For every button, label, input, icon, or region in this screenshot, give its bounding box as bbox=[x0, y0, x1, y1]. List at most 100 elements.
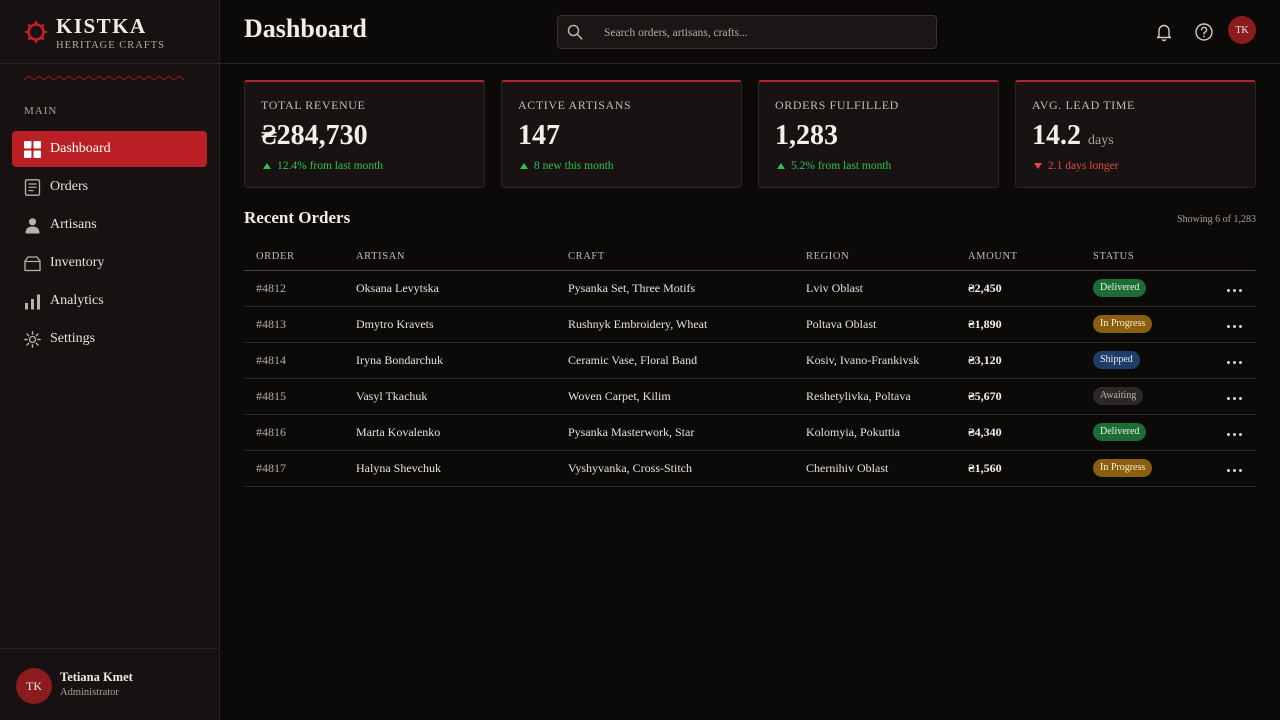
kpi-card-revenue: TOTAL REVENUE ₴284,730 12.4% from last m… bbox=[244, 80, 485, 188]
sidebar: KISTKA HERITAGE CRAFTS MAIN Dashboard Or… bbox=[0, 0, 220, 720]
more-options-icon[interactable] bbox=[1225, 321, 1244, 332]
artisan-cell: Vasyl Tkachuk bbox=[344, 378, 556, 415]
brand-name: KISTKA bbox=[56, 14, 147, 38]
order-id-cell[interactable]: #4816 bbox=[244, 414, 344, 451]
sidebar-item-analytics[interactable]: Analytics bbox=[12, 283, 207, 319]
sidebar-item-dashboard[interactable]: Dashboard bbox=[12, 131, 207, 167]
kpi-value: 14.2 days bbox=[1032, 120, 1114, 152]
status-badge: In Progress bbox=[1093, 315, 1153, 333]
sidebar-item-inventory[interactable]: Inventory bbox=[12, 245, 207, 281]
search-input[interactable] bbox=[604, 23, 924, 43]
brand[interactable]: KISTKA HERITAGE CRAFTS bbox=[24, 16, 165, 51]
recent-orders-title: Recent Orders bbox=[244, 208, 351, 227]
user-role: Administrator bbox=[60, 687, 119, 698]
sidebar-item-settings[interactable]: Settings bbox=[12, 321, 207, 357]
table-row[interactable]: #4813 Dmytro Kravets Rushnyk Embroidery, W… bbox=[244, 306, 1256, 343]
status-cell: Awaiting bbox=[1081, 378, 1201, 415]
amount-cell: ₴3,120 bbox=[956, 342, 1081, 379]
page-title: Dashboard bbox=[244, 14, 367, 43]
column-header[interactable]: REGION bbox=[794, 244, 956, 271]
artisan-cell: Dmytro Kravets bbox=[344, 306, 556, 343]
region-cell: Reshetylivka, Poltava bbox=[794, 378, 956, 415]
amount-cell: ₴1,560 bbox=[956, 450, 1081, 487]
search-bar bbox=[557, 15, 937, 49]
table-row[interactable]: #4812 Oksana Levytska Pysanka Set, Three M… bbox=[244, 270, 1256, 307]
kpi-value-number: 1,283 bbox=[775, 120, 838, 151]
kpi-value-number: 147 bbox=[518, 120, 560, 151]
more-options-icon[interactable] bbox=[1225, 393, 1244, 404]
column-header[interactable]: ARTISAN bbox=[344, 244, 556, 271]
box-icon bbox=[24, 255, 41, 272]
trend-up-icon bbox=[520, 163, 528, 169]
amount-cell: ₴1,890 bbox=[956, 306, 1081, 343]
status-cell: Delivered bbox=[1081, 270, 1201, 307]
sidebar-item-label: Dashboard bbox=[50, 141, 111, 156]
bell-icon[interactable] bbox=[1154, 22, 1174, 42]
more-options-icon[interactable] bbox=[1225, 285, 1244, 296]
table-row[interactable]: #4817 Halyna Shevchuk Vyshyvanka, Cross-St… bbox=[244, 450, 1256, 487]
column-header[interactable]: CRAFT bbox=[556, 244, 794, 271]
brand-logo-icon bbox=[25, 21, 47, 43]
region-cell: Kosiv, Ivano-Frankivsk bbox=[794, 342, 956, 379]
order-id-cell[interactable]: #4814 bbox=[244, 342, 344, 379]
status-cell: Shipped bbox=[1081, 342, 1201, 379]
status-badge: Delivered bbox=[1093, 279, 1147, 297]
help-icon[interactable] bbox=[1194, 22, 1214, 42]
kpi-label: AVG. LEAD TIME bbox=[1032, 98, 1135, 112]
more-options-icon[interactable] bbox=[1225, 429, 1244, 440]
avatar: TK bbox=[16, 668, 52, 704]
user-profile[interactable]: TK Tetiana Kmet Administrator bbox=[0, 648, 219, 720]
order-id-cell[interactable]: #4812 bbox=[244, 270, 344, 307]
sidebar-item-artisans[interactable]: Artisans bbox=[12, 207, 207, 243]
order-id-cell[interactable]: #4815 bbox=[244, 378, 344, 415]
kpi-trend: 5.2% from last month bbox=[777, 160, 891, 172]
region-cell: Poltava Oblast bbox=[794, 306, 956, 343]
column-header[interactable]: AMOUNT bbox=[956, 244, 1081, 271]
craft-cell: Pysanka Set, Three Motifs bbox=[556, 270, 794, 307]
more-options-icon[interactable] bbox=[1225, 357, 1244, 368]
nav-section-label: MAIN bbox=[24, 105, 58, 117]
region-cell: Kolomyia, Pokuttia bbox=[794, 414, 956, 451]
craft-cell: Rushnyk Embroidery, Wheat bbox=[556, 306, 794, 343]
sidebar-item-orders[interactable]: Orders bbox=[12, 169, 207, 205]
status-badge: Awaiting bbox=[1093, 387, 1144, 405]
orders-table: ORDER ARTISAN CRAFT REGION AMOUNT STATUS… bbox=[244, 244, 1256, 487]
kpi-trend-text: 12.4% from last month bbox=[277, 160, 384, 172]
gear-icon bbox=[24, 330, 41, 348]
kpi-value: 1,283 bbox=[775, 120, 838, 152]
column-header[interactable]: ORDER bbox=[244, 244, 344, 271]
actions-cell bbox=[1201, 342, 1256, 379]
column-header[interactable]: STATUS bbox=[1081, 244, 1201, 271]
dashboard-grid-icon bbox=[24, 140, 41, 158]
kpi-unit: days bbox=[1088, 133, 1114, 148]
artisan-cell: Halyna Shevchuk bbox=[344, 450, 556, 487]
user-name: Tetiana Kmet bbox=[60, 670, 133, 684]
more-options-icon[interactable] bbox=[1225, 465, 1244, 476]
amount-cell: ₴2,450 bbox=[956, 270, 1081, 307]
person-icon bbox=[24, 217, 41, 234]
kpi-label: ACTIVE ARTISANS bbox=[518, 98, 632, 112]
sidebar-item-label: Orders bbox=[50, 179, 89, 194]
trend-up-icon bbox=[777, 163, 785, 169]
brand-divider bbox=[0, 63, 219, 64]
region-cell: Chernihiv Oblast bbox=[794, 450, 956, 487]
kpi-trend-text: 2.1 days longer bbox=[1048, 160, 1119, 172]
status-badge: Shipped bbox=[1093, 351, 1140, 369]
order-id-cell[interactable]: #4817 bbox=[244, 450, 344, 487]
amount-cell: ₴5,670 bbox=[956, 378, 1081, 415]
kpi-value: ₴284,730 bbox=[261, 120, 368, 152]
order-id-cell[interactable]: #4813 bbox=[244, 306, 344, 343]
kpi-value-number: ₴284,730 bbox=[261, 120, 368, 151]
header-avatar[interactable]: TK bbox=[1228, 16, 1256, 44]
craft-cell: Pysanka Masterwork, Star bbox=[556, 414, 794, 451]
table-row[interactable]: #4814 Iryna Bondarchuk Ceramic Vase, Flora… bbox=[244, 342, 1256, 379]
sidebar-item-label: Artisans bbox=[50, 217, 97, 232]
kpi-trend: 12.4% from last month bbox=[263, 160, 383, 172]
table-row[interactable]: #4815 Vasyl Tkachuk Woven Carpet, Kilim Res… bbox=[244, 378, 1256, 415]
bar-chart-icon bbox=[24, 293, 41, 310]
orders-document-icon bbox=[24, 178, 41, 196]
top-header: Dashboard TK bbox=[220, 0, 1280, 64]
table-row[interactable]: #4816 Marta Kovalenko Pysanka Masterwork, … bbox=[244, 414, 1256, 451]
kpi-card-orders-fulfilled: ORDERS FULFILLED 1,283 5.2% from last mo… bbox=[758, 80, 999, 188]
amount-cell: ₴4,340 bbox=[956, 414, 1081, 451]
